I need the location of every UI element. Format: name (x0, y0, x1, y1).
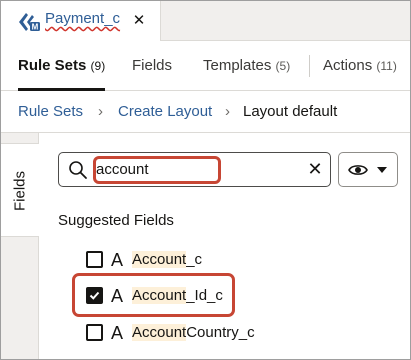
tab-count: (9) (90, 59, 106, 73)
section-tabs: Rule Sets (9) Fields Templates (5) Actio… (1, 41, 410, 91)
close-icon[interactable]: ✕ (128, 10, 150, 32)
checkmark-icon (89, 291, 100, 300)
field-row-account-country-c[interactable]: A AccountCountry_c (86, 322, 386, 344)
field-row-account-c[interactable]: A Account_c (86, 249, 386, 271)
chevron-down-icon (377, 167, 387, 173)
svg-text:M: M (32, 23, 39, 32)
side-tab-label: Fields (11, 170, 29, 212)
breadcrumb-separator: › (98, 103, 103, 120)
field-checkbox[interactable] (86, 251, 103, 268)
document-tab-strip: M Payment_c ✕ (1, 1, 410, 41)
tab-count: (5) (275, 59, 291, 73)
tab-actions[interactable]: Actions (11) (323, 41, 397, 91)
tab-templates[interactable]: Templates (5) (203, 41, 290, 91)
search-match: Account (132, 251, 187, 268)
field-checkbox-checked[interactable] (86, 287, 103, 304)
breadcrumb-rule-sets[interactable]: Rule Sets (18, 103, 83, 120)
tab-label: Rule Sets (18, 57, 87, 74)
clear-icon[interactable]: ✕ (305, 159, 325, 179)
field-label-rest: _Id_c (186, 287, 223, 304)
tab-label: Fields (132, 57, 173, 74)
tab-rule-sets[interactable]: Rule Sets (9) (18, 41, 106, 91)
side-tab-fields[interactable]: Fields (1, 143, 39, 237)
view-options-button[interactable] (338, 152, 398, 187)
text-type-icon: A (111, 250, 124, 270)
field-row-account-id-c[interactable]: A Account_Id_c (86, 285, 386, 307)
eye-icon (348, 165, 368, 175)
document-tab-label: Payment_c (45, 10, 121, 27)
field-label: AccountCountry_c (132, 323, 255, 343)
tab-count: (11) (376, 59, 397, 73)
search-match: Account (132, 324, 187, 341)
custom-object-icon: M (19, 13, 40, 32)
field-label: Account_Id_c (132, 286, 223, 306)
breadcrumb-create-layout[interactable]: Create Layout (118, 103, 212, 120)
search-field[interactable]: account ✕ (58, 152, 331, 187)
breadcrumb-current: Layout default (243, 103, 338, 120)
breadcrumb-separator: › (225, 103, 230, 120)
app-frame: M Payment_c ✕ Rule Sets (9) Fields Templ… (0, 0, 411, 360)
field-label-rest: Country_c (186, 324, 255, 341)
breadcrumb: Rule Sets › Create Layout › Layout defau… (1, 91, 410, 133)
search-callout-outline (93, 156, 221, 184)
field-checkbox[interactable] (86, 324, 103, 341)
field-label-rest: _c (186, 251, 203, 268)
tab-label: Templates (203, 57, 272, 74)
tab-divider (309, 55, 310, 77)
tab-fields[interactable]: Fields (132, 41, 172, 91)
suggested-fields-heading: Suggested Fields (58, 212, 174, 229)
field-label: Account_c (132, 250, 202, 270)
search-match: Account (132, 287, 187, 304)
text-type-icon: A (111, 286, 124, 306)
side-panel-rail: Fields (1, 133, 39, 359)
tab-label: Actions (323, 57, 373, 74)
search-icon (69, 161, 87, 179)
text-type-icon: A (111, 323, 124, 343)
document-tab-payment[interactable]: M Payment_c ✕ (1, 1, 161, 41)
